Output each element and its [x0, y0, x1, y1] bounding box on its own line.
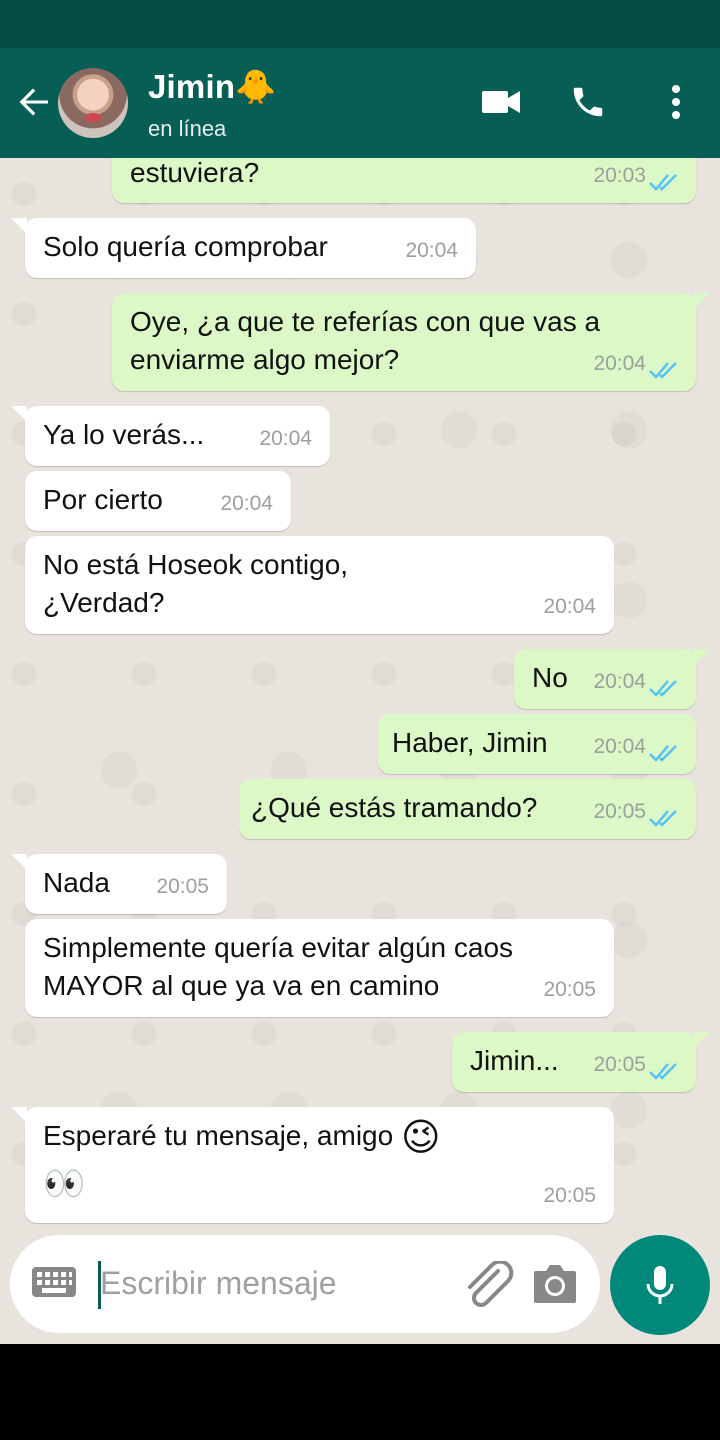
message-time: 20:04 [593, 670, 646, 693]
contact-name[interactable]: Jimin🐥 [148, 68, 276, 107]
message-time: 20:05 [593, 800, 646, 823]
winking-face-emoji: 😉 [400, 1116, 441, 1159]
message-text-line-1: No está Hoseok contigo, [43, 549, 349, 580]
message-outgoing[interactable]: estuviera? 20:03 [112, 158, 696, 203]
message-text: Nada [43, 867, 110, 898]
message-text: No [532, 662, 568, 693]
double-check-icon [649, 745, 677, 762]
message-time: 20:04 [405, 239, 458, 262]
message-text-line-2: ¿Verdad? [43, 587, 165, 618]
paperclip-icon[interactable] [462, 1261, 514, 1311]
message-text: ¿Qué estás tramando? [251, 792, 538, 823]
message-incoming[interactable]: Por cierto 20:04 [25, 471, 291, 531]
message-incoming[interactable]: Ya lo verás... 20:04 [11, 406, 330, 466]
avatar-detail [85, 113, 101, 122]
message-time: 20:04 [543, 595, 596, 618]
message-text-line-1: Esperaré tu mensaje, amigo 😉 [43, 1116, 441, 1159]
double-check-icon [649, 680, 677, 697]
message-time: 20:05 [543, 978, 596, 1001]
message-time: 20:04 [220, 492, 273, 515]
bubble-tail [694, 1032, 710, 1048]
double-check-icon [649, 1063, 677, 1080]
message-time: 20:05 [593, 1053, 646, 1076]
phone-icon[interactable] [566, 80, 610, 124]
message-time: 20:05 [156, 875, 209, 898]
double-check-icon [649, 174, 677, 191]
double-check-icon [649, 810, 677, 827]
chat-header: Jimin🐥 en línea [0, 48, 720, 158]
system-nav-bar [0, 1344, 720, 1440]
message-outgoing[interactable]: Haber, Jimin 20:04 [378, 714, 696, 774]
message-composer: Escribir mensaje [10, 1235, 600, 1333]
message-time: 20:03 [593, 164, 646, 187]
message-incoming[interactable]: Simplemente quería evitar algún caos MAY… [25, 919, 614, 1017]
message-text: Haber, Jimin [392, 727, 548, 758]
message-incoming[interactable]: Nada 20:05 [11, 854, 227, 914]
more-vert-icon[interactable] [658, 80, 694, 124]
bubble-tail [11, 1107, 27, 1123]
message-incoming[interactable]: Solo quería comprobar 20:04 [11, 218, 476, 278]
avatar[interactable] [58, 68, 128, 138]
message-text-line-1: Simplemente quería evitar algún caos [43, 932, 514, 963]
microphone-button[interactable] [610, 1235, 710, 1335]
message-text-line-2: enviarme algo mejor? [130, 344, 400, 375]
message-incoming[interactable]: No está Hoseok contigo, ¿Verdad? 20:04 [25, 536, 614, 634]
bubble-tail [694, 293, 710, 309]
message-outgoing[interactable]: ¿Qué estás tramando? 20:05 [239, 779, 696, 839]
microphone-icon [646, 1266, 674, 1304]
camera-icon[interactable] [532, 1263, 578, 1305]
bubble-tail [11, 406, 27, 422]
message-incoming[interactable]: Esperaré tu mensaje, amigo 😉 👀 20:05 [11, 1107, 614, 1223]
eyes-emoji: 👀 [43, 1165, 86, 1203]
message-text: Solo quería comprobar [43, 231, 328, 262]
message-text-line-1: Oye, ¿a que te referías con que vas a [130, 306, 601, 337]
message-text: Ya lo verás... [43, 419, 205, 450]
message-outgoing[interactable]: No 20:04 [514, 649, 710, 709]
message-time: 20:04 [593, 735, 646, 758]
message-outgoing[interactable]: Oye, ¿a que te referías con que vas a en… [112, 293, 710, 391]
message-input[interactable]: Escribir mensaje [100, 1265, 337, 1302]
double-check-icon [649, 362, 677, 379]
message-time: 20:04 [259, 427, 312, 450]
keyboard-icon[interactable] [32, 1265, 76, 1301]
bubble-tail [11, 218, 27, 234]
message-time: 20:05 [543, 1184, 596, 1207]
message-time: 20:04 [593, 352, 646, 375]
video-camera-icon[interactable] [478, 80, 524, 124]
message-text: Jimin... [470, 1045, 559, 1076]
chat-area[interactable]: estuviera? 20:03 Solo quería comprobar 2… [0, 158, 720, 1344]
message-text-line-2: MAYOR al que ya va en camino [43, 970, 440, 1001]
arrow-left-icon[interactable] [14, 82, 54, 122]
bubble-tail [694, 649, 710, 665]
message-text: Por cierto [43, 484, 163, 515]
message-outgoing[interactable]: Jimin... 20:05 [452, 1032, 710, 1092]
message-text: estuviera? [130, 158, 260, 188]
status-bar [0, 0, 720, 48]
contact-status: en línea [148, 116, 227, 141]
bubble-tail [11, 854, 27, 870]
